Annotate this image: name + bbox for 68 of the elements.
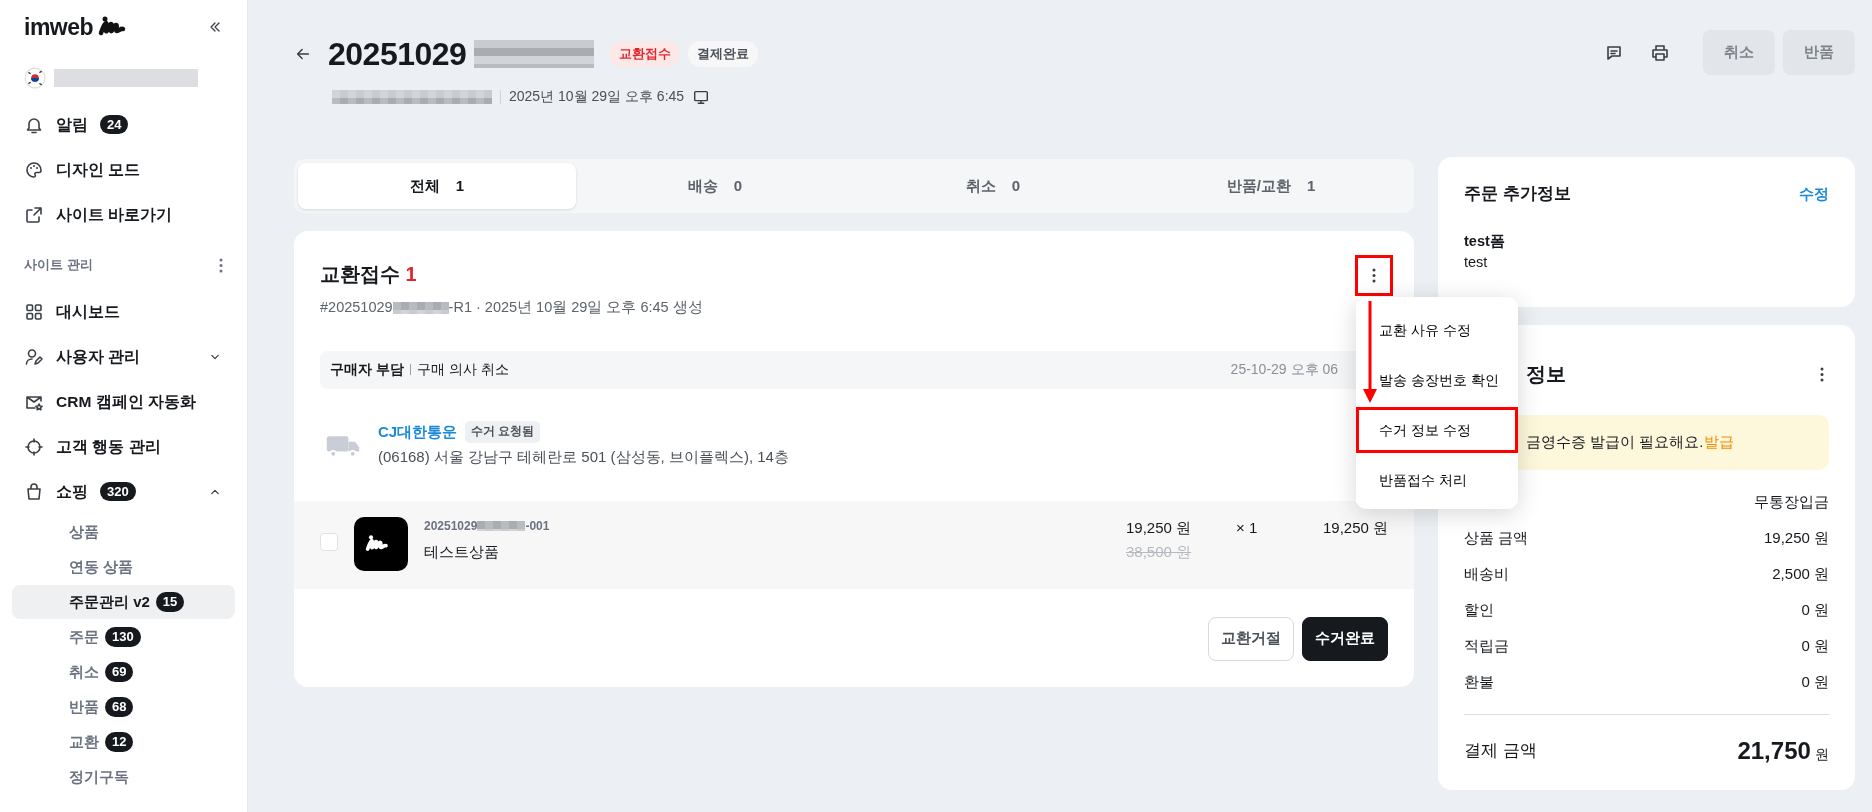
product-name: 테스트상품 [424,541,500,562]
tab[interactable]: 전체 1 [298,163,576,209]
sidebar-item[interactable]: CRM 캠페인 자동화 [12,379,235,424]
row-label: 환불 [1464,671,1494,692]
carrier-link[interactable]: CJ대한통운 [378,420,458,444]
sidebar-subitem[interactable]: 취소 69 [12,655,235,689]
row-value: 0 원 [1801,635,1829,656]
complete-pickup-button[interactable]: 수거완료 [1302,616,1388,661]
row-value: 2,500 원 [1772,563,1829,584]
claim-meta: -R1 · 2025년 10월 29일 오후 6:45 생성 [448,298,703,317]
tab[interactable]: 반품/교환 1 [1132,163,1410,209]
sidebar-item[interactable]: 대시보드 [12,289,235,334]
pickup-status-tag: 수거 요청됨 [465,421,541,443]
total-amount: 21,750 [1737,737,1811,764]
row-label: 배송비 [1464,563,1509,584]
order-number: 20251029 [328,35,467,74]
claim-title: 교환접수 1 [320,262,418,287]
claim-date: 25-10-29 오후 06 [1230,360,1338,380]
row-label: 상품 금액 [1464,527,1529,548]
menu-item[interactable]: 수거 정보 수정 [1356,407,1518,453]
pickup-address: (06168) 서울 강남구 테헤란로 501 (삼성동, 브이플렉스), 14층 [378,447,789,468]
status-tag: 결제완료 [688,40,759,68]
sidebar-subitem[interactable]: 상품 [12,515,235,549]
row-label: 적립금 [1464,635,1509,656]
menu-item[interactable]: 발송 송장번호 확인 [1356,357,1518,403]
tab[interactable]: 배송 0 [576,163,854,209]
menu-item[interactable]: 반품접수 처리 [1356,457,1518,503]
sidebar-item[interactable]: 쇼핑 320 [12,469,235,514]
section-label: 사이트 관리 [24,256,93,275]
sidebar-item[interactable]: 사용자 관리 [12,334,235,379]
claim-reason: 구매 의사 취소 [416,360,509,380]
sidebar-subitem[interactable]: 반품 68 [12,690,235,724]
line-total: 19,250 원 [1321,517,1388,538]
sidebar-subitem[interactable]: 주문 130 [12,620,235,654]
payment-method: 무통장입금 [1754,491,1829,512]
card-title: 정보 [1526,362,1566,387]
sidebar-item[interactable]: 알림 24 [12,102,235,147]
edit-link[interactable]: 수정 [1799,182,1829,205]
status-tag: 교환접수 [610,40,681,68]
row-value: 19,250 원 [1763,527,1829,548]
row-value: 0 원 [1801,671,1829,692]
field-label: test폼 [1464,231,1506,251]
claim-number: #20251029 [320,298,393,317]
sidebar-subitem[interactable]: 주문관리 v2 15 [12,585,235,619]
product-code: -001 [525,517,550,535]
tab[interactable]: 취소 0 [854,163,1132,209]
sidebar-subitem[interactable]: 연동 상품 [12,550,235,584]
unit-price: 19,250 원 [1126,517,1193,538]
card-title: 주문 추가정보 [1464,183,1571,205]
row-value: 0 원 [1801,599,1829,620]
logo-text: imweb [24,12,94,42]
order-date: 2025년 10월 29일 오후 6:45 [509,87,685,106]
sidebar-subitem[interactable]: 교환 12 [12,725,235,759]
receipt-notice: 금영수증 발급이 필요해요.발급 [1526,432,1734,453]
sidebar-item[interactable]: 사이트 바로가기 [12,192,235,237]
sidebar-item[interactable]: 고객 행동 관리 [12,424,235,469]
fee-payer: 구매자 부담 [330,360,404,380]
row-label: 할인 [1464,599,1494,620]
quantity: × 1 [1236,517,1259,538]
reject-exchange-button[interactable]: 교환거절 [1208,616,1294,661]
product-code: 20251029 [424,517,478,535]
original-price: 38,500 원 [1126,542,1193,563]
currency-unit: 원 [1815,746,1829,762]
sidebar-item[interactable]: 디자인 모드 [12,147,235,192]
sidebar-subitem[interactable]: 정기구독 [12,760,235,794]
field-value: test [1464,253,1489,273]
menu-item[interactable]: 교환 사유 수정 [1356,307,1518,353]
total-label: 결제 금액 [1464,740,1537,763]
